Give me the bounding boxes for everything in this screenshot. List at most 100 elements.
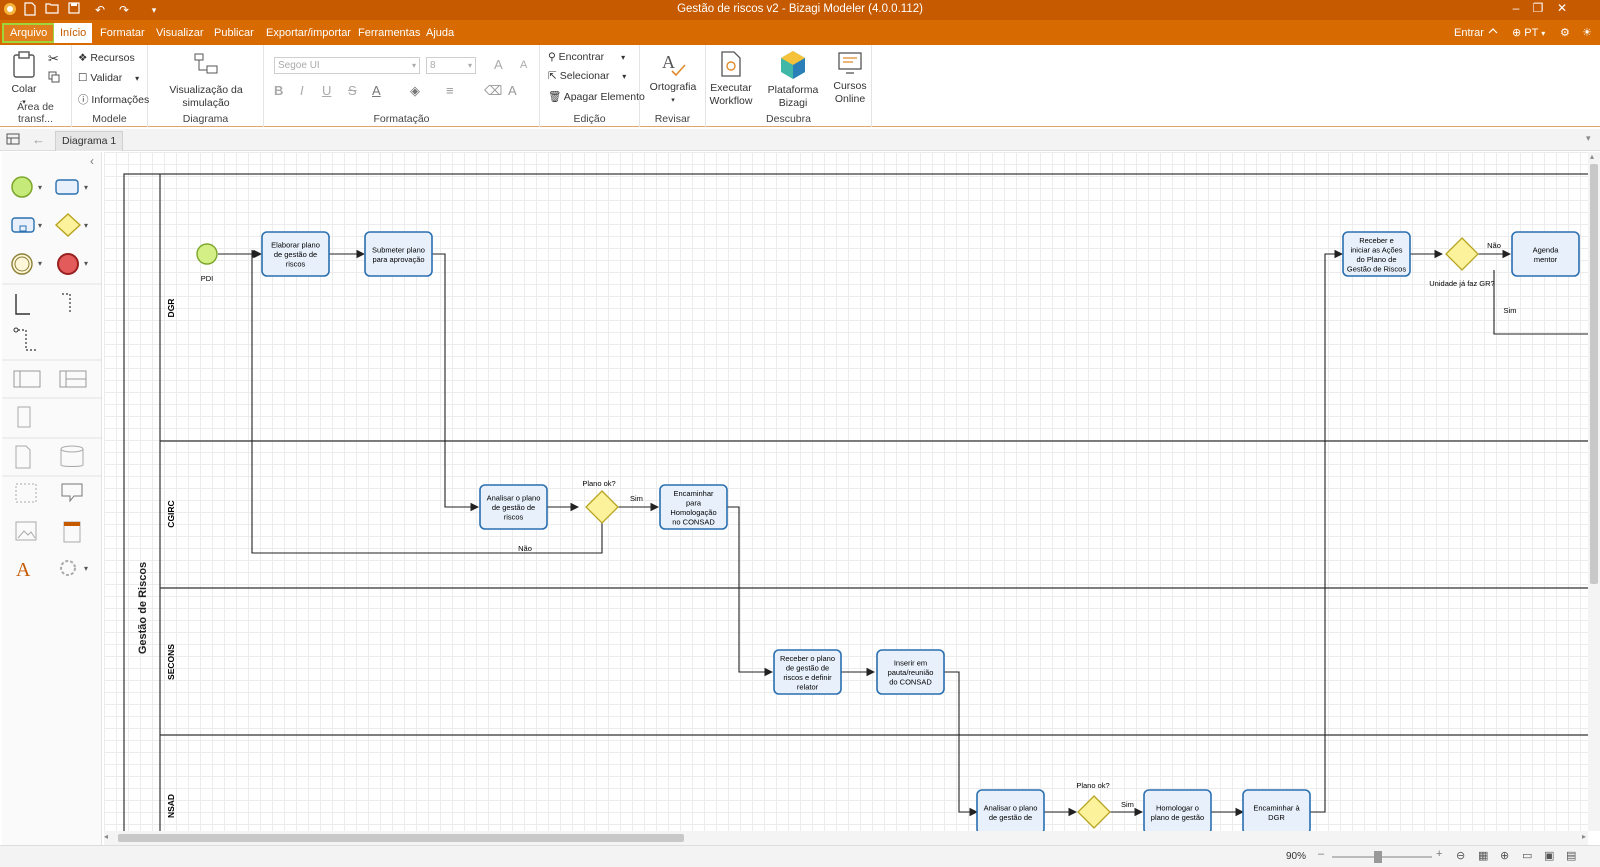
diagram-map-icon[interactable] bbox=[6, 133, 20, 148]
overview-icon[interactable]: ▤ bbox=[1566, 849, 1576, 862]
palette-end-event[interactable]: ▾ bbox=[57, 253, 88, 275]
simulation-view-button[interactable]: Visualização da simulação bbox=[152, 52, 260, 110]
menu-help[interactable]: Ajuda bbox=[420, 23, 460, 43]
palette-subprocess[interactable]: ▾ bbox=[11, 217, 42, 233]
back-arrow-icon[interactable]: ← bbox=[32, 132, 45, 147]
fit-page-icon[interactable]: ⊖ bbox=[1456, 849, 1465, 862]
language-selector[interactable]: ⊕ PT ▾ bbox=[1506, 23, 1551, 43]
diagram-canvas[interactable]: Gestão de Riscos DGR CGIRC SECONS NSAD P… bbox=[104, 152, 1588, 831]
palette-group[interactable] bbox=[15, 483, 37, 503]
grow-font-icon[interactable]: A bbox=[494, 57, 503, 72]
palette-association[interactable] bbox=[13, 327, 36, 351]
horizontal-scrollbar[interactable]: ◂ ▸ bbox=[104, 831, 1588, 845]
palette-intermediate-event[interactable]: ▾ bbox=[11, 253, 42, 275]
online-courses-button[interactable]: Cursos Online bbox=[832, 50, 868, 106]
menu-file[interactable]: Arquivo bbox=[2, 23, 56, 43]
cut-icon[interactable]: ✂ bbox=[48, 51, 59, 67]
scroll-right-icon[interactable]: ▸ bbox=[1582, 832, 1586, 841]
tab-diagram-1[interactable]: Diagrama 1 bbox=[55, 131, 124, 151]
vertical-scroll-thumb[interactable] bbox=[1590, 164, 1598, 584]
palette-start-event[interactable]: ▾ bbox=[11, 176, 42, 198]
menu-publish[interactable]: Publicar bbox=[208, 23, 260, 43]
actual-size-icon[interactable]: ▭ bbox=[1522, 849, 1532, 862]
task-submeter-plano[interactable]: Submeter plano para aprovação bbox=[364, 231, 433, 277]
svg-text:▾: ▾ bbox=[84, 183, 88, 192]
palette-formula-icon[interactable]: ▾ bbox=[60, 560, 88, 576]
shrink-font-icon[interactable]: A bbox=[520, 59, 527, 71]
menu-tools[interactable]: Ferramentas bbox=[352, 23, 426, 43]
palette-pool[interactable] bbox=[13, 370, 41, 388]
palette-lanes[interactable] bbox=[59, 370, 87, 388]
task-encaminhar-homologacao[interactable]: Encaminhar para Homologação no CONSAD bbox=[659, 484, 728, 530]
palette-data-store[interactable] bbox=[60, 445, 84, 467]
fill-color-icon[interactable]: ◈ bbox=[410, 83, 420, 99]
palette-annotation[interactable] bbox=[17, 406, 31, 428]
task-receber-plano[interactable]: Receber o plano de gestão de riscos e defi… bbox=[773, 649, 842, 695]
tips-icon[interactable]: ☀ bbox=[1576, 23, 1598, 43]
scroll-up-icon[interactable]: ▴ bbox=[1590, 152, 1594, 161]
palette-task[interactable]: ▾ bbox=[55, 179, 88, 195]
resources-button[interactable]: ❖ Recursos bbox=[78, 52, 135, 64]
validate-button[interactable]: ☐ Validar ▾ bbox=[78, 72, 139, 84]
info-button[interactable]: ⓘ Informações bbox=[78, 92, 149, 107]
menu-export-import[interactable]: Exportar/importar bbox=[260, 23, 357, 43]
text-style-icon[interactable]: A bbox=[508, 83, 517, 98]
clear-format-icon[interactable]: ⌫ bbox=[484, 83, 502, 99]
spelling-button[interactable]: A Ortografia ▾ bbox=[644, 51, 702, 107]
align-icon[interactable]: ≡ bbox=[446, 83, 454, 98]
settings-icon[interactable]: ⚙ bbox=[1554, 23, 1576, 43]
scroll-left-icon[interactable]: ◂ bbox=[104, 832, 108, 841]
run-workflow-button[interactable]: Executar Workflow bbox=[708, 50, 754, 108]
task-inserir-pauta[interactable]: Inserir em pauta/reunião do CONSAD bbox=[876, 649, 945, 695]
task-agendar-mentoria[interactable]: Agenda mentor bbox=[1511, 231, 1580, 277]
vertical-scrollbar[interactable]: ▴ bbox=[1588, 152, 1600, 831]
start-event-pdi[interactable]: PDI bbox=[196, 243, 218, 283]
zoom-in-icon[interactable]: + bbox=[1436, 848, 1442, 860]
close-button[interactable]: ✕ bbox=[1552, 1, 1572, 15]
palette-image[interactable] bbox=[15, 521, 37, 541]
bizagi-platform-button[interactable]: Plataforma Bizagi bbox=[756, 50, 830, 110]
fit-width-icon[interactable]: ▦ bbox=[1478, 849, 1488, 862]
minimize-button[interactable]: – bbox=[1506, 1, 1526, 15]
delete-element-button[interactable]: 🗑 Apagar Elemento bbox=[548, 90, 645, 103]
chevron-down-icon[interactable]: ▾ bbox=[1586, 133, 1591, 144]
task-analisar-plano-nsad[interactable]: Analisar o plano de gestão de bbox=[976, 789, 1045, 831]
find-button[interactable]: ⚲ Encontrar ▾ bbox=[548, 51, 625, 63]
task-receber-iniciar-acoes[interactable]: Receber e iniciar as Ações do Plano de Gest… bbox=[1342, 231, 1411, 277]
font-size-select[interactable]: 8 ▾ bbox=[426, 57, 476, 74]
restore-button[interactable]: ❐ bbox=[1528, 1, 1548, 15]
gateway-unidade-faz-gr[interactable]: Unidade já faz GR? bbox=[1429, 237, 1495, 288]
underline-icon[interactable]: U bbox=[322, 83, 331, 98]
menu-format[interactable]: Formatar bbox=[94, 23, 151, 43]
zoom-slider[interactable] bbox=[1332, 851, 1432, 863]
palette-text-annotation[interactable] bbox=[61, 483, 83, 503]
font-color-icon[interactable]: A bbox=[372, 83, 381, 98]
gateway-plano-ok-1[interactable]: Plano ok? bbox=[582, 479, 619, 524]
task-label-line: Submeter plano bbox=[372, 245, 425, 254]
menu-view[interactable]: Visualizar bbox=[150, 23, 210, 43]
collapse-ribbon-icon[interactable] bbox=[1482, 23, 1504, 43]
zoom-slider-thumb[interactable] bbox=[1374, 851, 1382, 863]
palette-gateway[interactable]: ▾ bbox=[54, 213, 88, 237]
menu-home[interactable]: Início bbox=[54, 23, 93, 43]
horizontal-scroll-thumb[interactable] bbox=[118, 834, 684, 842]
task-analisar-plano-cgirc[interactable]: Analisar o plano de gestão de riscos bbox=[479, 484, 548, 530]
task-encaminhar-dgr[interactable]: Encaminhar à DGR bbox=[1242, 789, 1311, 831]
select-button[interactable]: ⇱ Selecionar ▾ bbox=[548, 70, 626, 82]
palette-header[interactable] bbox=[63, 521, 81, 543]
presentation-icon[interactable]: ▣ bbox=[1544, 849, 1554, 862]
strikethrough-icon[interactable]: S bbox=[348, 83, 357, 98]
zoom-out-icon[interactable]: – bbox=[1318, 848, 1324, 860]
font-family-select[interactable]: Segoe UI ▾ bbox=[274, 57, 420, 74]
palette-sequence-flow[interactable] bbox=[15, 294, 30, 315]
palette-text-icon[interactable]: A bbox=[16, 559, 31, 581]
italic-icon[interactable]: I bbox=[300, 83, 304, 98]
copy-icon[interactable] bbox=[48, 71, 60, 86]
task-elaborar-plano[interactable]: Elaborar plano de gestão de riscos bbox=[261, 231, 330, 277]
zoom-area-icon[interactable]: ⊕ bbox=[1500, 849, 1509, 862]
task-homologar-plano[interactable]: Homologar o plano de gestão bbox=[1143, 789, 1212, 831]
palette-message-flow[interactable] bbox=[62, 293, 71, 314]
bold-icon[interactable]: B bbox=[274, 83, 283, 98]
palette-data-object[interactable] bbox=[15, 445, 31, 469]
gateway-plano-ok-2[interactable]: Plano ok? bbox=[1076, 781, 1111, 829]
